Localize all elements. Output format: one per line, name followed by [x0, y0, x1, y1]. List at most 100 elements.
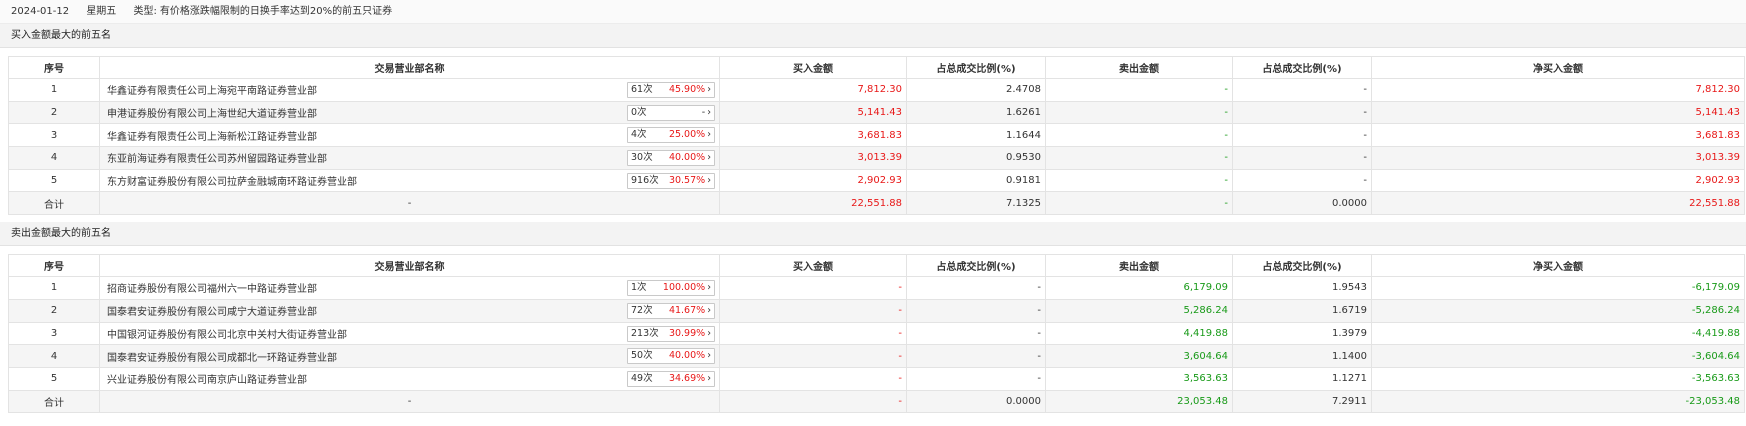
broker-stats-badge[interactable]: 30次 40.00% ›	[627, 150, 715, 167]
buy-amount: 3,681.83	[719, 123, 907, 148]
broker-stats-badge[interactable]: 61次 45.90% ›	[627, 82, 715, 98]
buy-ratio: -	[906, 366, 1046, 391]
broker-stats-badge[interactable]: 916次 30.57% ›	[627, 172, 715, 189]
broker-cell: 中国银河证券股份有限公司北京中关村大街证券营业部 213次 30.99% ›	[99, 321, 720, 346]
net-amount: 5,141.43	[1371, 100, 1745, 125]
broker-name[interactable]: 华鑫证券有限责任公司上海新松江路证券营业部	[104, 128, 317, 143]
badge-percent: 34.69%	[668, 372, 706, 384]
col-broker: 交易营业部名称	[99, 254, 720, 278]
net-amount: 3,013.39	[1371, 146, 1745, 170]
row-index: 4	[8, 146, 100, 170]
badge-count: 49次	[631, 372, 653, 384]
sell-ratio: -	[1232, 123, 1372, 148]
badge-count: 50次	[631, 350, 653, 362]
net-amount: 7,812.30	[1371, 78, 1745, 102]
net-amount: -3,604.64	[1371, 344, 1745, 368]
row-index: 2	[8, 298, 100, 323]
badge-percent: 30.99%	[668, 327, 706, 339]
badge-percent: 30.57%	[668, 174, 706, 186]
weekday-text: 星期五	[86, 6, 117, 17]
chevron-right-icon: ›	[707, 174, 711, 186]
col-sell-amount: 卖出金额	[1045, 254, 1233, 278]
sell-ratio: -	[1232, 78, 1372, 102]
table-row: 1 华鑫证券有限责任公司上海宛平南路证券营业部 61次 45.90% › 7,812.30…	[8, 78, 1745, 102]
row-index: 2	[8, 100, 100, 125]
col-buy-amount: 买入金额	[719, 56, 907, 79]
badge-percent-wrap: - ›	[702, 106, 711, 120]
badge-percent-wrap: 30.57% ›	[669, 174, 711, 188]
total-broker: -	[99, 191, 720, 216]
buy-amount: 7,812.30	[719, 78, 907, 102]
sell-ratio: -	[1232, 168, 1372, 193]
type-label: 类型:	[133, 6, 157, 17]
badge-percent-wrap: 30.99% ›	[669, 327, 711, 341]
broker-name[interactable]: 中国银河证券股份有限公司北京中关村大街证券营业部	[104, 326, 347, 341]
badge-count: 1次	[631, 282, 647, 294]
table-row: 4 国泰君安证券股份有限公司成都北一环路证券营业部 50次 40.00% › - -3,60…	[8, 344, 1745, 368]
broker-stats-badge[interactable]: 0次 - ›	[627, 104, 715, 121]
col-index: 序号	[8, 254, 100, 278]
row-index: 3	[8, 123, 100, 148]
total-buy-amount: -	[719, 389, 907, 414]
broker-name[interactable]: 国泰君安证券股份有限公司咸宁大道证券营业部	[104, 303, 317, 318]
buy-ratio: 0.9181	[906, 168, 1046, 193]
net-amount: -6,179.09	[1371, 276, 1745, 300]
buy-section-title: 买入金额最大的前五名	[0, 24, 1746, 48]
badge-percent: 40.00%	[668, 152, 706, 164]
chevron-right-icon: ›	[707, 327, 711, 339]
badge-count: 72次	[631, 304, 653, 316]
broker-cell: 国泰君安证券股份有限公司成都北一环路证券营业部 50次 40.00% ›	[99, 344, 720, 368]
total-sell-amount: -	[1045, 191, 1233, 216]
chevron-right-icon: ›	[707, 372, 711, 384]
col-net-amount: 净买入金额	[1371, 254, 1745, 278]
buy-amount: 3,013.39	[719, 146, 907, 170]
badge-percent-wrap: 25.00% ›	[669, 128, 711, 142]
buy-amount: -	[719, 298, 907, 323]
total-net-amount: 22,551.88	[1371, 191, 1745, 216]
sell-amount: -	[1045, 78, 1233, 102]
broker-cell: 招商证券股份有限公司福州六一中路证券营业部 1次 100.00% ›	[99, 276, 720, 300]
total-buy-ratio: 7.1325	[906, 191, 1046, 216]
col-sell-ratio: 占总成交比例(%)	[1232, 254, 1372, 278]
buy-ratio: -	[906, 321, 1046, 346]
col-sell-amount: 卖出金额	[1045, 56, 1233, 79]
broker-stats-badge[interactable]: 1次 100.00% ›	[627, 280, 715, 297]
broker-name[interactable]: 招商证券股份有限公司福州六一中路证券营业部	[104, 280, 317, 295]
badge-percent: -	[701, 106, 706, 118]
broker-cell: 国泰君安证券股份有限公司咸宁大道证券营业部 72次 41.67% ›	[99, 298, 720, 323]
chevron-right-icon: ›	[707, 282, 711, 294]
net-amount: -4,419.88	[1371, 321, 1745, 346]
net-amount: -3,563.63	[1371, 366, 1745, 391]
broker-stats-badge[interactable]: 50次 40.00% ›	[627, 348, 715, 365]
chevron-right-icon: ›	[707, 129, 711, 141]
broker-name[interactable]: 兴业证券股份有限公司南京庐山路证券营业部	[104, 371, 307, 386]
broker-stats-badge[interactable]: 72次 41.67% ›	[627, 302, 715, 319]
col-index: 序号	[8, 56, 100, 79]
buy-section: 买入金额最大的前五名 序号 交易营业部名称 买入金额 占总成交比例(%) 卖出金…	[0, 24, 1746, 216]
buy-amount: 5,141.43	[719, 100, 907, 125]
row-index: 5	[8, 366, 100, 391]
total-sell-amount: 23,053.48	[1045, 389, 1233, 414]
total-row: 合计 -22,551.88 7.1325-0.0000 22,551.88	[8, 191, 1745, 216]
broker-stats-badge[interactable]: 49次 34.69% ›	[627, 370, 715, 387]
badge-percent-wrap: 40.00% ›	[669, 349, 711, 363]
sell-ratio: 1.3979	[1232, 321, 1372, 346]
broker-stats-badge[interactable]: 4次 25.00% ›	[627, 127, 715, 144]
broker-name[interactable]: 华鑫证券有限责任公司上海宛平南路证券营业部	[104, 82, 317, 97]
buy-ratio: 1.6261	[906, 100, 1046, 125]
sell-table-header: 序号 交易营业部名称 买入金额 占总成交比例(%) 卖出金额 占总成交比例(%)…	[8, 254, 1745, 278]
buy-ratio: 0.9530	[906, 146, 1046, 170]
col-buy-ratio: 占总成交比例(%)	[906, 56, 1046, 79]
broker-name[interactable]: 国泰君安证券股份有限公司成都北一环路证券营业部	[104, 349, 337, 364]
buy-ratio: -	[906, 276, 1046, 300]
badge-percent: 40.00%	[668, 350, 706, 362]
broker-name[interactable]: 东方财富证券股份有限公司拉萨金融城南环路证券营业部	[104, 173, 357, 188]
chevron-right-icon: ›	[707, 106, 711, 118]
broker-name[interactable]: 东亚前海证券有限责任公司苏州留园路证券营业部	[104, 150, 327, 165]
broker-stats-badge[interactable]: 213次 30.99% ›	[627, 325, 715, 342]
sell-amount: -	[1045, 146, 1233, 170]
broker-name[interactable]: 申港证券股份有限公司上海世纪大道证券营业部	[104, 105, 317, 120]
sell-ratio: -	[1232, 100, 1372, 125]
chevron-right-icon: ›	[707, 304, 711, 316]
col-broker: 交易营业部名称	[99, 56, 720, 79]
